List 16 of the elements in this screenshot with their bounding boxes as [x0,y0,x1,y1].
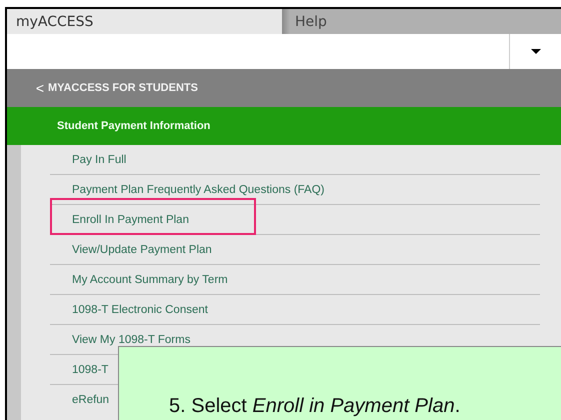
menu-tab[interactable]: Help [282,9,561,34]
menu-link[interactable]: Payment Plan Frequently Asked Questions (FAQ) [72,182,324,198]
menu-link[interactable]: eRefun [72,392,110,408]
menu-link[interactable]: 1098-T Electronic Consent [72,302,208,318]
menu-link[interactable]: Enroll In Payment Plan [72,212,189,228]
callout-text: 5. Select Enroll in Payment Plan. [169,395,460,417]
header-title: MYACCESS FOR STUDENTS [48,80,198,96]
menu-tab[interactable]: myACCESS [7,9,282,34]
menu-link[interactable]: My Account Summary by Term [72,272,228,288]
back-button[interactable]: < [32,78,48,98]
menu-link[interactable]: 1098-T [72,362,108,378]
section-title: Student Payment Information [57,118,210,134]
menu-link[interactable]: View/Update Payment Plan [72,242,212,258]
caret-icon [530,49,540,54]
menu-link[interactable]: View My 1098-T Forms [72,332,190,348]
menu-link[interactable]: Pay In Full [72,152,126,168]
